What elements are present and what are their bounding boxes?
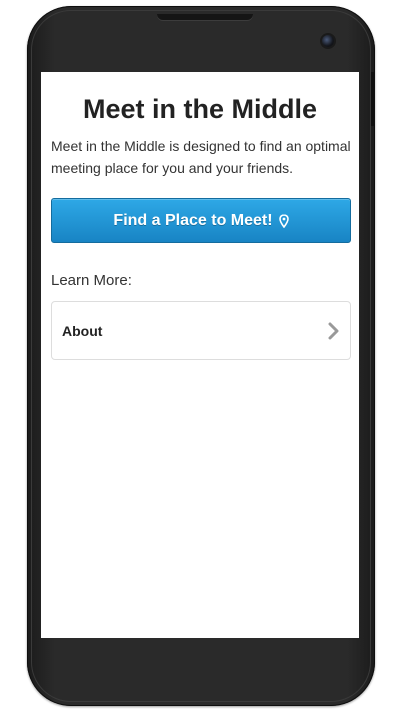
phone-side-button bbox=[371, 72, 375, 126]
camera-icon bbox=[322, 35, 334, 47]
list-item-about[interactable]: About bbox=[51, 301, 351, 360]
phone-speaker bbox=[157, 14, 253, 20]
phone-bottom-bezel bbox=[41, 638, 359, 688]
intro-text: Meet in the Middle is designed to find a… bbox=[51, 138, 351, 176]
learn-more-heading: Learn More: bbox=[51, 272, 132, 289]
find-place-button[interactable]: Find a Place to Meet! bbox=[51, 198, 351, 243]
about-label: About bbox=[62, 322, 103, 339]
app-screen: Meet in the Middle Meet in the Middle is… bbox=[41, 72, 359, 638]
map-marker-icon bbox=[278, 213, 289, 228]
find-place-button-label: Find a Place to Meet! bbox=[113, 211, 273, 229]
page-title: Meet in the Middle bbox=[82, 94, 317, 124]
chevron-right-icon bbox=[328, 322, 340, 340]
